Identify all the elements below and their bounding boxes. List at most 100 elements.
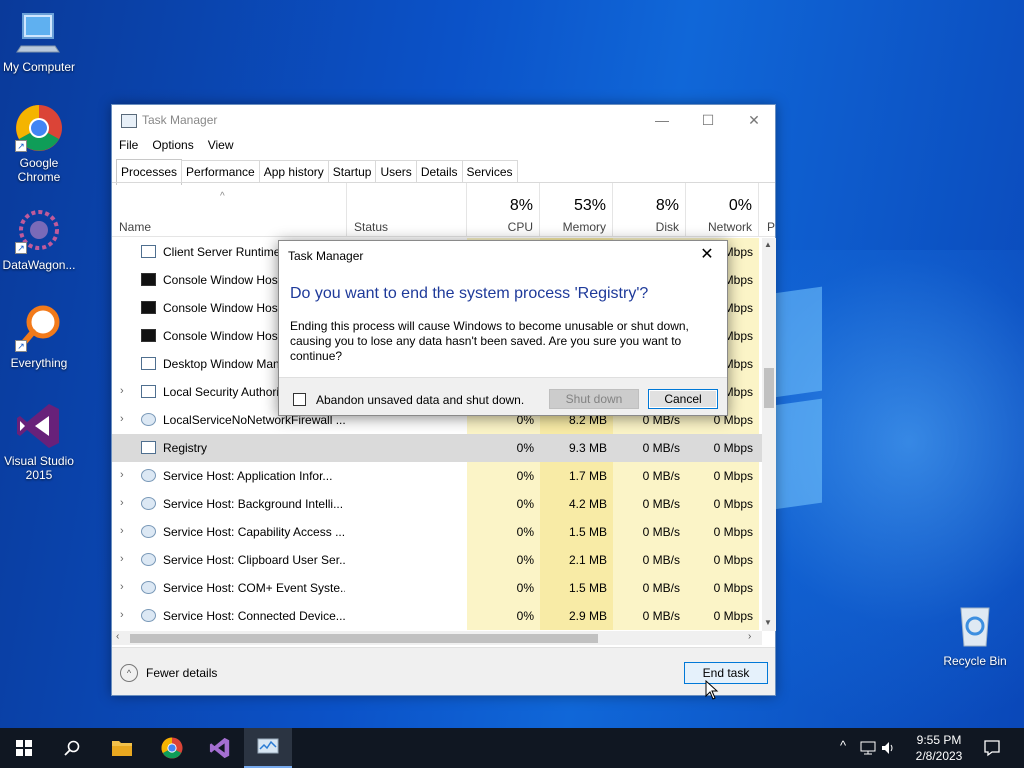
process-row[interactable]: › Service Host: Clipboard User Ser... 0% 2.…	[112, 546, 762, 574]
windows-start-icon	[16, 740, 32, 756]
menu-options[interactable]: Options	[145, 137, 200, 153]
process-net: 0 Mbps	[713, 469, 753, 483]
end-task-button[interactable]: End task	[684, 662, 768, 684]
process-row[interactable]: › Service Host: Capability Access ... 0% 1.…	[112, 518, 762, 546]
minimize-button[interactable]: —	[639, 105, 685, 135]
tab-users[interactable]: Users	[375, 160, 417, 182]
taskbar-chrome[interactable]	[148, 728, 196, 768]
column-status[interactable]: Status	[347, 183, 467, 237]
process-name: Registry	[163, 441, 208, 455]
process-name: Service Host: Connected Device...	[163, 609, 345, 623]
expand-chevron-icon[interactable]: ›	[120, 497, 124, 509]
console-window-icon	[141, 301, 156, 314]
window-title: Task Manager	[142, 113, 218, 127]
desktop-icon-my-computer[interactable]: My Computer	[0, 8, 78, 74]
process-cpu: 0%	[516, 469, 534, 483]
expand-chevron-icon[interactable]: ›	[120, 525, 124, 537]
tab-details[interactable]: Details	[415, 160, 463, 182]
task-manager-icon	[257, 738, 279, 754]
show-hidden-icons-icon[interactable]: ^	[840, 738, 846, 753]
column-network[interactable]: 0% Network	[686, 183, 759, 237]
tab-strip: Processes Performance App history Startup Us…	[116, 157, 518, 185]
column-disk[interactable]: 8% Disk	[613, 183, 686, 237]
volume-icon[interactable]	[880, 740, 896, 756]
title-bar[interactable]: Task Manager — ☐ ✕	[112, 105, 775, 137]
column-cpu[interactable]: 8% CPU	[467, 183, 540, 237]
desktop-icon-visual-studio[interactable]: Visual Studio 2015	[0, 402, 78, 482]
tab-app-history[interactable]: App history	[258, 160, 329, 182]
abandon-data-label[interactable]: Abandon unsaved data and shut down.	[316, 393, 524, 407]
process-name: Service Host: Application Infor...	[163, 469, 333, 483]
expand-chevron-icon[interactable]: ›	[120, 385, 124, 397]
minimize-icon: —	[655, 112, 669, 128]
scroll-left-icon[interactable]: ‹	[116, 631, 119, 642]
service-gear-icon	[141, 469, 156, 482]
process-disk: 0 MB/s	[642, 441, 680, 455]
vertical-scrollbar[interactable]: ▲ ▼	[762, 238, 776, 631]
action-center-button[interactable]	[970, 728, 1018, 768]
abandon-data-checkbox[interactable]	[293, 393, 306, 406]
shut-down-button[interactable]: Shut down	[549, 389, 639, 409]
process-mem: 4.2 MB	[568, 497, 607, 511]
tab-performance[interactable]: Performance	[181, 160, 260, 182]
network-icon[interactable]	[860, 741, 876, 755]
desktop-icon-everything[interactable]: ↗ Everything	[0, 304, 78, 370]
process-mem: 2.9 MB	[568, 609, 607, 623]
end-process-dialog: Task Manager ✕ Do you want to end the sy…	[278, 240, 728, 416]
maximize-button[interactable]: ☐	[685, 105, 731, 135]
process-row[interactable]: › Service Host: Connected Device... 0% 2.9 …	[112, 602, 762, 630]
process-name: Service Host: Clipboard User Ser...	[163, 553, 345, 567]
taskbar-task-manager[interactable]	[244, 728, 292, 768]
taskbar-clock[interactable]: 9:55 PM 2/8/2023	[900, 732, 978, 764]
column-memory[interactable]: 53% Memory	[540, 183, 613, 237]
taskbar-search-button[interactable]	[48, 728, 96, 768]
desktop-icon-google-chrome[interactable]: ↗ Google Chrome	[0, 104, 78, 184]
datawagon-icon: ↗	[15, 206, 63, 254]
taskbar-visual-studio[interactable]	[196, 728, 244, 768]
process-net: 0 Mbps	[713, 497, 753, 511]
scroll-down-icon[interactable]: ▼	[764, 618, 772, 627]
process-row[interactable]: › Service Host: Background Intelli... 0% 4.…	[112, 490, 762, 518]
horizontal-scroll-thumb[interactable]	[130, 634, 598, 643]
folder-icon	[112, 741, 132, 756]
process-row[interactable]: › Service Host: COM+ Event Syste... 0% 1.5 …	[112, 574, 762, 602]
close-button[interactable]: ✕	[731, 105, 777, 135]
tab-services[interactable]: Services	[461, 160, 518, 182]
expand-chevron-icon[interactable]: ›	[120, 469, 124, 481]
tab-startup[interactable]: Startup	[327, 160, 377, 182]
expand-chevron-icon[interactable]: ›	[120, 581, 124, 593]
scroll-up-icon[interactable]: ▲	[764, 240, 772, 249]
expand-chevron-icon[interactable]: ›	[120, 413, 124, 425]
recycle-bin-icon	[951, 602, 999, 650]
chrome-icon: ↗	[15, 104, 63, 152]
expand-chevron-icon[interactable]: ›	[120, 553, 124, 565]
menu-file[interactable]: File	[112, 137, 145, 153]
clock-date: 2/8/2023	[915, 749, 963, 763]
vertical-scroll-thumb[interactable]	[764, 368, 774, 408]
start-button[interactable]	[0, 728, 48, 768]
process-name: Service Host: Capability Access ...	[163, 525, 345, 539]
process-row[interactable]: Registry 0% 9.3 MB 0 MB/s 0 Mbps	[112, 434, 762, 462]
horizontal-scrollbar[interactable]: ‹ ›	[112, 631, 762, 645]
process-cpu: 0%	[516, 525, 534, 539]
column-power[interactable]: P	[759, 183, 775, 237]
desktop-icon-datawagon[interactable]: ↗ DataWagon...	[0, 206, 78, 272]
scroll-right-icon[interactable]: ›	[748, 631, 751, 642]
process-row[interactable]: › Service Host: Application Infor... 0% 1.7…	[112, 462, 762, 490]
service-gear-icon	[141, 413, 156, 426]
dialog-close-button[interactable]: ✕	[693, 243, 721, 267]
menu-view[interactable]: View	[201, 137, 241, 153]
cancel-button[interactable]: Cancel	[648, 389, 718, 409]
system-tray: ^	[838, 728, 898, 768]
chevron-up-icon: ^	[120, 664, 138, 682]
expand-chevron-icon[interactable]: ›	[120, 609, 124, 621]
process-mem: 9.3 MB	[568, 441, 607, 455]
desktop-icon-recycle-bin[interactable]: Recycle Bin	[936, 602, 1014, 668]
column-name[interactable]: ^ Name	[112, 183, 347, 237]
process-cpu: 0%	[516, 609, 534, 623]
chrome-icon	[161, 737, 183, 759]
console-window-icon	[141, 329, 156, 342]
process-mem: 1.5 MB	[568, 581, 607, 595]
clock-time: 9:55 PM	[916, 733, 962, 747]
taskbar-file-explorer[interactable]	[98, 728, 146, 768]
